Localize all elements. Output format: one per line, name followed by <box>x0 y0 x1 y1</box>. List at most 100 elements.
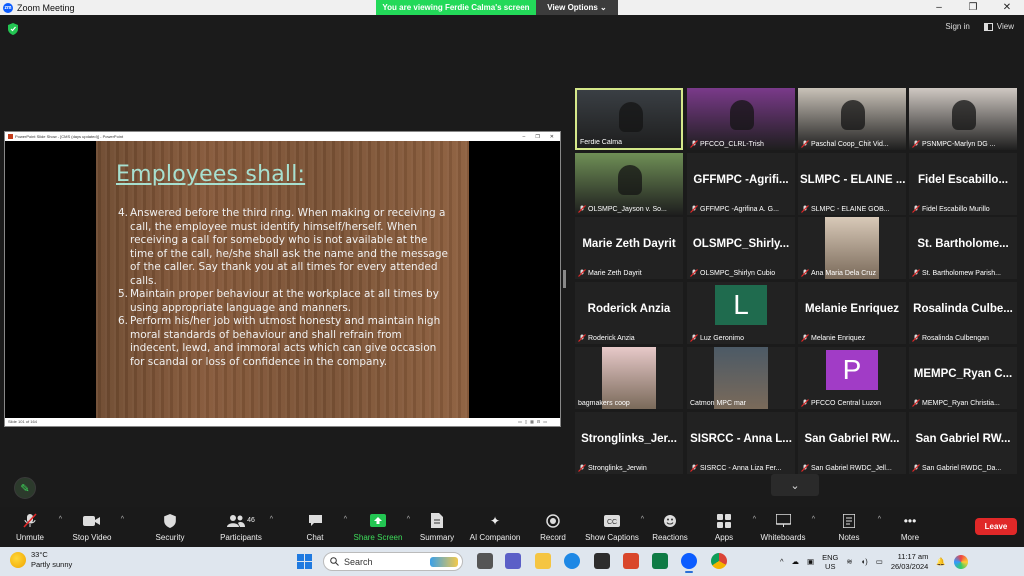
wps-office-icon[interactable] <box>623 553 639 569</box>
pencil-icon: ✎ <box>20 482 30 495</box>
participant-tile[interactable]: Paschal Coop_Chit Vid... <box>798 88 906 150</box>
summary-button[interactable]: Summary <box>407 513 467 542</box>
notification-icon[interactable]: 🔔 <box>936 557 945 566</box>
caret-up-icon[interactable]: ^ <box>270 516 273 523</box>
participant-tile[interactable]: GFFMPC -Agrifi... GFFMPC -Agrifina A. G..… <box>687 153 795 215</box>
participant-tile[interactable]: bagmakers coop <box>575 347 683 409</box>
stop-video-button[interactable]: Stop Video ^ <box>62 513 124 542</box>
leave-button[interactable]: Leave <box>975 518 1017 535</box>
participant-tile[interactable]: PFCCO_CLRL-Trish <box>687 88 795 150</box>
language-indicator[interactable]: ENG US <box>822 553 838 571</box>
smiley-icon <box>640 513 700 528</box>
participant-display-name: OLSMPC_Shirly... <box>692 238 790 250</box>
apps-button[interactable]: Apps ^ <box>694 513 756 542</box>
whiteboards-label: Whiteboards <box>760 533 806 542</box>
search-icon <box>330 557 339 566</box>
participant-tile[interactable]: P PFCCO Central Luzon <box>798 347 906 409</box>
chat-bubble-icon <box>285 513 345 528</box>
battery-icon[interactable]: ▭ <box>876 557 883 566</box>
reactions-button[interactable]: Reactions <box>640 513 700 542</box>
participant-tile[interactable]: San Gabriel RW... San Gabriel RWDC_Da... <box>909 412 1017 474</box>
show-captions-button[interactable]: CC Show Captions ^ <box>582 513 644 542</box>
more-button[interactable]: ••• More <box>880 513 940 543</box>
participant-name-label: San Gabriel RWDC_Jell... <box>801 464 904 472</box>
participant-tile[interactable]: San Gabriel RW... San Gabriel RWDC_Jell..… <box>798 412 906 474</box>
file-explorer-icon[interactable] <box>535 553 551 569</box>
chrome-icon[interactable] <box>711 553 727 569</box>
sign-in-button[interactable]: Sign in <box>945 22 969 31</box>
mic-muted-icon <box>690 205 698 213</box>
participant-name: Roderick Anzia <box>588 334 635 342</box>
notes-button[interactable]: Notes ^ <box>819 513 881 542</box>
participant-name-label: PSNMPC-Marlyn DG ... <box>912 140 1015 148</box>
participant-avatar: P <box>826 350 878 390</box>
caret-up-icon[interactable]: ^ <box>812 516 815 523</box>
close-button[interactable]: ✕ <box>990 0 1024 15</box>
participant-tile[interactable]: SLMPC - ELAINE ... SLMPC - ELAINE GOB... <box>798 153 906 215</box>
participant-tile[interactable]: Marie Zeth Dayrit Marie Zeth Dayrit <box>575 217 683 279</box>
participant-name: San Gabriel RWDC_Jell... <box>811 464 892 472</box>
participant-name-label: San Gabriel RWDC_Da... <box>912 464 1015 472</box>
view-button[interactable]: View <box>983 22 1014 31</box>
annotate-pencil-button[interactable]: ✎ <box>14 477 36 499</box>
encryption-shield-icon[interactable] <box>8 23 18 35</box>
notes-icon <box>819 513 879 528</box>
whiteboards-button[interactable]: Whiteboards ^ <box>753 513 815 542</box>
participant-name-label: Stronglinks_Jerwin <box>578 464 681 472</box>
participant-tile[interactable]: OLSMPC_Shirly... OLSMPC_Shirlyn Cubio <box>687 217 795 279</box>
participant-tile[interactable]: SISRCC - Anna L... SISRCC - Anna Liza Fer… <box>687 412 795 474</box>
mic-muted-icon <box>912 205 920 213</box>
participant-tile[interactable]: PSNMPC-Marlyn DG ... <box>909 88 1017 150</box>
task-view-icon[interactable] <box>477 553 493 569</box>
ms-store-icon[interactable] <box>594 553 610 569</box>
participants-button[interactable]: 46 Participants ^ <box>211 513 273 542</box>
caret-up-icon[interactable]: ^ <box>121 516 124 523</box>
view-options-button[interactable]: View Options ⌄ <box>536 0 618 15</box>
wifi-icon[interactable]: ≋ <box>846 557 852 566</box>
zoom-meeting-screen: zm Zoom Meeting – ❐ ✕ You are viewing Fe… <box>0 0 1024 576</box>
caret-up-icon[interactable]: ^ <box>344 516 347 523</box>
participant-name: OLSMPC_Jayson v. So... <box>588 205 667 213</box>
copilot-icon[interactable] <box>953 554 968 569</box>
share-screen-button[interactable]: Share Screen ^ <box>348 513 410 542</box>
participant-tile[interactable]: St. Bartholome... St. Bartholomew Parish.… <box>909 217 1017 279</box>
windows-start-icon[interactable] <box>297 554 312 569</box>
chat-button[interactable]: Chat ^ <box>285 513 347 542</box>
security-tray-icon[interactable]: ▣ <box>807 557 814 566</box>
teams-icon[interactable] <box>505 553 521 569</box>
volume-icon[interactable]: ◖) <box>861 557 868 566</box>
participant-tile[interactable]: MEMPC_Ryan C... MEMPC_Ryan Christia... <box>909 347 1017 409</box>
participant-tile[interactable]: Roderick Anzia Roderick Anzia <box>575 282 683 344</box>
window-title: Zoom Meeting <box>17 2 75 13</box>
maximize-button[interactable]: ❐ <box>956 0 990 15</box>
participant-tile[interactable]: Ferdie Calma <box>575 88 683 150</box>
participant-tile[interactable]: Stronglinks_Jer... Stronglinks_Jerwin <box>575 412 683 474</box>
participant-tile[interactable]: Catmon MPC mar <box>687 347 795 409</box>
participant-name: St. Bartholomew Parish... <box>922 269 1001 277</box>
participant-silhouette <box>841 100 866 130</box>
unmute-button[interactable]: Unmute ^ <box>0 513 62 542</box>
participant-tile[interactable]: Ana Maria Dela Cruz <box>798 217 906 279</box>
participant-display-name: SISRCC - Anna L... <box>690 433 792 445</box>
participant-tile[interactable]: Rosalinda Culbe... Rosalinda Culbengan <box>909 282 1017 344</box>
zoom-taskbar-icon[interactable] <box>681 553 697 573</box>
ai-companion-button[interactable]: ✦ AI Companion <box>465 513 525 543</box>
minimize-button[interactable]: – <box>922 0 956 15</box>
gallery-next-page-button[interactable]: ⌄ <box>771 474 819 496</box>
edge-browser-icon[interactable] <box>564 553 580 569</box>
resize-handle[interactable] <box>563 270 566 288</box>
participant-tile[interactable]: L Luz Geronimo <box>687 282 795 344</box>
shared-screen[interactable]: PowerPoint Slide Show - [CMS (days updat… <box>4 131 561 427</box>
record-button[interactable]: Record <box>523 513 583 542</box>
participant-tile[interactable]: OLSMPC_Jayson v. So... <box>575 153 683 215</box>
onedrive-icon[interactable]: ☁ <box>792 557 800 566</box>
participant-tile[interactable]: Melanie Enriquez Melanie Enriquez <box>798 282 906 344</box>
publisher-icon[interactable] <box>652 553 668 569</box>
weather-widget[interactable]: 33°C Partly sunny <box>10 550 72 570</box>
clock[interactable]: 11:17 am 26/03/2024 <box>891 552 929 572</box>
security-button[interactable]: Security <box>140 513 200 542</box>
participant-tile[interactable]: Fidel Escabillo... Fidel Escabillo Murill… <box>909 153 1017 215</box>
taskbar-search-box[interactable]: Search <box>323 552 463 571</box>
viewing-screen-message: You are viewing Ferdie Calma's screen <box>376 0 536 15</box>
tray-overflow-icon[interactable]: ^ <box>780 557 784 566</box>
